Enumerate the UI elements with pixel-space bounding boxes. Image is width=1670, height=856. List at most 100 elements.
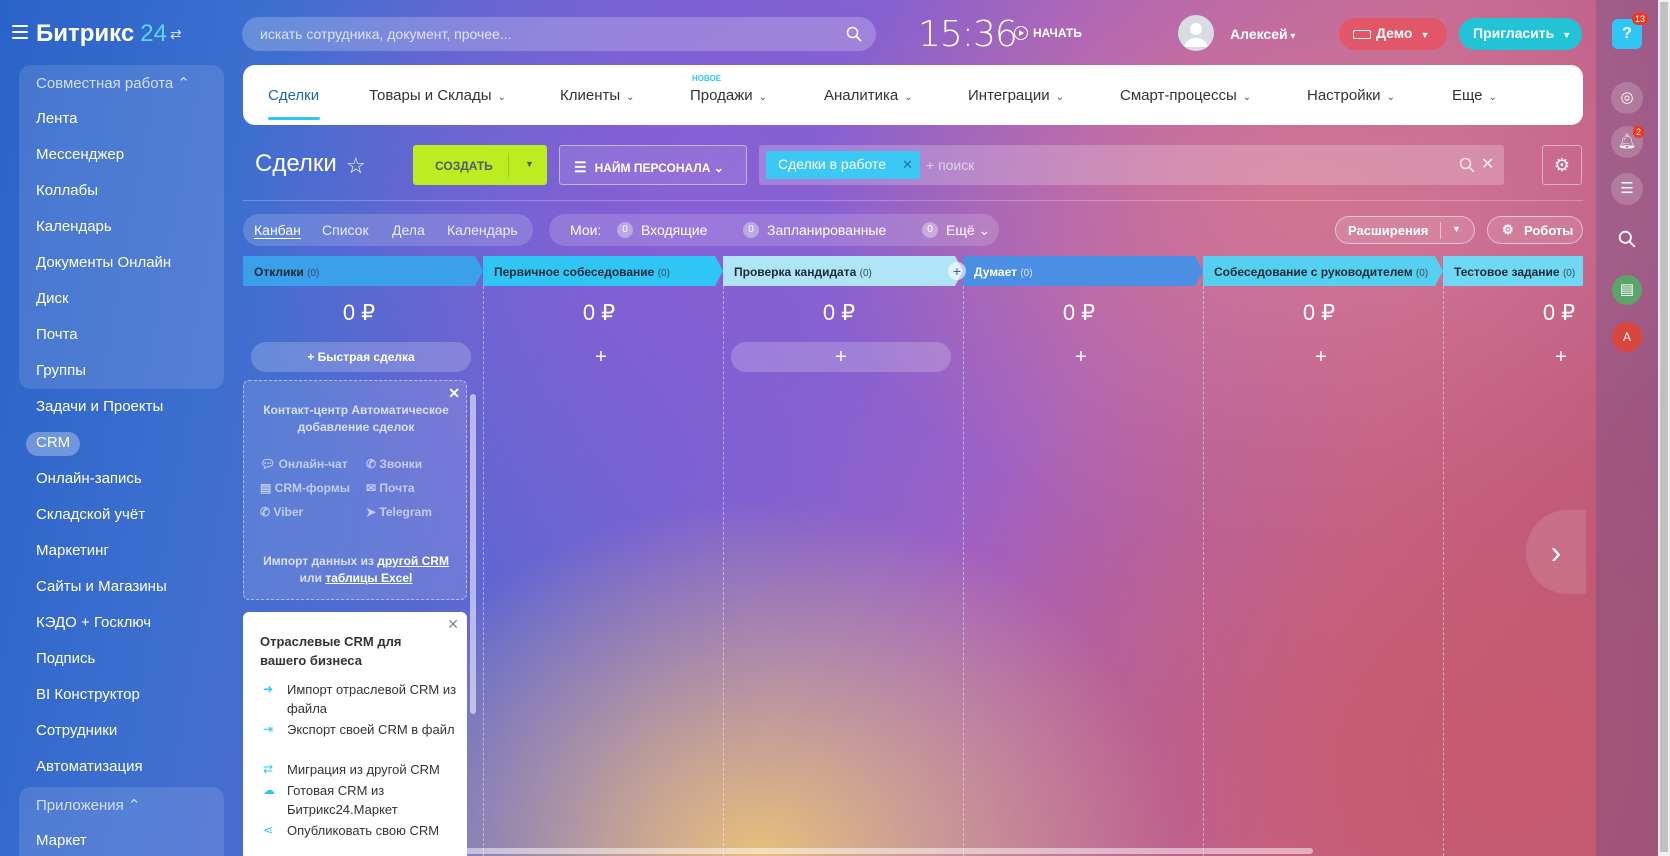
remove-tag-icon[interactable]: ✕ [902, 157, 913, 173]
hire-category-button[interactable]: ☰ НАЙМ ПЕРСОНАЛА ⌄ [559, 145, 747, 185]
counter-incoming[interactable]: Входящие [641, 222, 707, 238]
sidebar-item-automation[interactable]: Автоматизация [36, 758, 143, 775]
chevron-down-icon[interactable]: ▼ [525, 159, 534, 169]
sidebar-item-docs[interactable]: Документы Онлайн [36, 254, 171, 271]
search-icon[interactable] [846, 26, 862, 42]
sidebar-group-title[interactable]: Приложения ⌃ [36, 796, 141, 814]
filter-search-placeholder[interactable]: + поиск [926, 157, 974, 173]
channel-mail[interactable]: ✉ Почта [366, 481, 415, 495]
industry-item-import[interactable]: Импорт отраслевой CRM из файла [287, 680, 457, 718]
sidebar-item-marketing[interactable]: Маркетинг [36, 542, 109, 559]
sidebar-item-messenger[interactable]: Мессенджер [36, 146, 124, 163]
nav-integrations[interactable]: Интеграции ⌄ [968, 87, 1064, 104]
close-icon[interactable]: ✕ [447, 616, 459, 633]
sidebar-item-booking[interactable]: Онлайн-запись [36, 470, 142, 487]
star-icon[interactable]: ☆ [346, 153, 366, 179]
industry-item-market[interactable]: Готовая CRM из Битрикс24.Маркет [287, 781, 457, 819]
import-icon: ➜ [263, 682, 274, 696]
chevron-down-icon[interactable]: ▼ [1452, 224, 1461, 234]
sidebar-item-calendar[interactable]: Календарь [36, 218, 112, 235]
sidebar-item-mail[interactable]: Почта [36, 326, 78, 343]
sidebar-item-collabs[interactable]: Коллабы [36, 182, 98, 199]
extensions-button[interactable]: Расширения ▼ [1335, 216, 1475, 244]
column-header[interactable]: Тестовое задание (0) [1443, 256, 1583, 286]
close-icon[interactable]: ✕ [448, 385, 460, 402]
sidebar-item-employees[interactable]: Сотрудники [36, 722, 117, 739]
avatar[interactable] [1178, 15, 1214, 51]
add-deal-button[interactable]: + [731, 342, 951, 372]
notes-icon[interactable]: ▤ [1612, 275, 1642, 305]
import-excel-link[interactable]: таблицы Excel [325, 571, 412, 585]
sidebar-item-groups[interactable]: Группы [36, 362, 86, 379]
nav-smart-processes[interactable]: Смарт-процессы ⌄ [1120, 87, 1251, 104]
view-calendar[interactable]: Календарь [447, 222, 518, 238]
column-scrollbar[interactable] [470, 386, 476, 856]
view-kanban[interactable]: Канбан [254, 222, 301, 239]
counter-more[interactable]: Ещё ⌄ [946, 222, 990, 239]
channel-chat[interactable]: 💬︎ Онлайн-чат [260, 457, 348, 471]
search-icon[interactable] [1459, 157, 1475, 173]
nav-sales[interactable]: Продажи ⌄ [690, 87, 767, 104]
view-activities[interactable]: Дела [392, 222, 425, 238]
sidebar-item-market[interactable]: Маркет [36, 832, 87, 849]
sidebar-item-kedo[interactable]: КЭДО + Госключ [36, 614, 151, 631]
add-deal-button[interactable]: + [491, 342, 711, 372]
activity-icon[interactable]: ◎ [1611, 82, 1643, 114]
sidebar-item-disk[interactable]: Диск [36, 290, 69, 307]
industry-item-export[interactable]: Экспорт своей CRM в файл [287, 720, 457, 739]
counter-planned[interactable]: Запланированные [767, 222, 886, 238]
invite-button[interactable]: Пригласить ▼ [1459, 18, 1582, 50]
incoming-count: 0 [617, 222, 633, 238]
sidebar-item-crm[interactable]: CRM [36, 434, 70, 451]
sidebar-item-feed[interactable]: Лента [36, 110, 78, 127]
sidebar-item-sign[interactable]: Подпись [36, 650, 95, 667]
sidebar-item-sites[interactable]: Сайты и Магазины [36, 578, 167, 595]
sliders-icon[interactable]: ⇄ [170, 26, 182, 43]
nav-clients[interactable]: Клиенты ⌄ [560, 87, 635, 104]
industry-item-migrate[interactable]: Миграция из другой CRM [287, 760, 457, 779]
start-workday-button[interactable]: НАЧАТЬ [1014, 26, 1082, 40]
channel-telegram[interactable]: ➤ Telegram [366, 505, 432, 519]
clear-icon[interactable]: ✕ [1481, 154, 1494, 174]
channel-forms[interactable]: ▤ CRM-формы [260, 481, 350, 495]
page-scrollbar[interactable] [1658, 0, 1670, 856]
view-list[interactable]: Список [322, 222, 369, 238]
quick-deal-button[interactable]: + Быстрая сделка [251, 342, 471, 372]
add-deal-button[interactable]: + [1451, 342, 1583, 372]
search-input[interactable]: искать сотрудника, документ, прочее... [242, 17, 876, 51]
demo-button[interactable]: Демо ▼ [1339, 18, 1447, 50]
sidebar-item-tasks[interactable]: Задачи и Проекты [36, 398, 163, 415]
sidebar-group-title[interactable]: Совместная работа ⌃ [36, 74, 190, 92]
sidebar-item-bi[interactable]: BI Конструктор [36, 686, 140, 703]
gear-icon[interactable]: ⚙ [1542, 145, 1582, 185]
chat-icon[interactable]: ☰ [1611, 173, 1643, 205]
logo[interactable]: Битрикс 24 [36, 20, 167, 48]
column-header[interactable]: Первичное собеседование (0) [483, 256, 723, 286]
nav-more[interactable]: Еще ⌄ [1452, 87, 1497, 104]
nav-products[interactable]: Товары и Склады ⌄ [369, 87, 506, 104]
search-icon[interactable] [1618, 230, 1638, 250]
robot-icon: ⚙ [1502, 222, 1514, 237]
add-deal-button[interactable]: + [971, 342, 1191, 372]
robots-button[interactable]: ⚙ Роботы [1487, 216, 1583, 244]
nav-settings[interactable]: Настройки ⌄ [1307, 87, 1395, 104]
channel-calls[interactable]: ✆ Звонки [366, 457, 422, 471]
column-header[interactable]: Проверка кандидата (0) [723, 256, 963, 286]
import-crm-link[interactable]: другой CRM [377, 554, 449, 568]
menu-icon[interactable] [12, 25, 28, 39]
channel-viber[interactable]: ✆ Viber [260, 505, 303, 519]
industry-item-publish[interactable]: Опубликовать свою CRM [287, 821, 457, 840]
add-stage-icon[interactable]: + [948, 262, 966, 280]
create-button[interactable]: СОЗДАТЬ ▼ [413, 145, 547, 185]
filter-tag[interactable]: Сделки в работе ✕ [766, 151, 920, 179]
column-header[interactable]: Думает (0) [963, 256, 1203, 286]
user-name[interactable]: Алексей [1230, 26, 1295, 42]
column-header[interactable]: Отклики (0) [243, 256, 483, 286]
avatar-letter[interactable]: А [1612, 322, 1642, 352]
nav-analytics[interactable]: Аналитика ⌄ [824, 87, 913, 104]
sidebar-item-inventory[interactable]: Складской учёт [36, 506, 145, 523]
column-header[interactable]: Собеседование с руководителем (0) [1203, 256, 1443, 286]
nav-deals[interactable]: Сделки [268, 87, 319, 104]
kanban-horizontal-scrollbar[interactable] [243, 848, 1313, 854]
add-deal-button[interactable]: + [1211, 342, 1431, 372]
